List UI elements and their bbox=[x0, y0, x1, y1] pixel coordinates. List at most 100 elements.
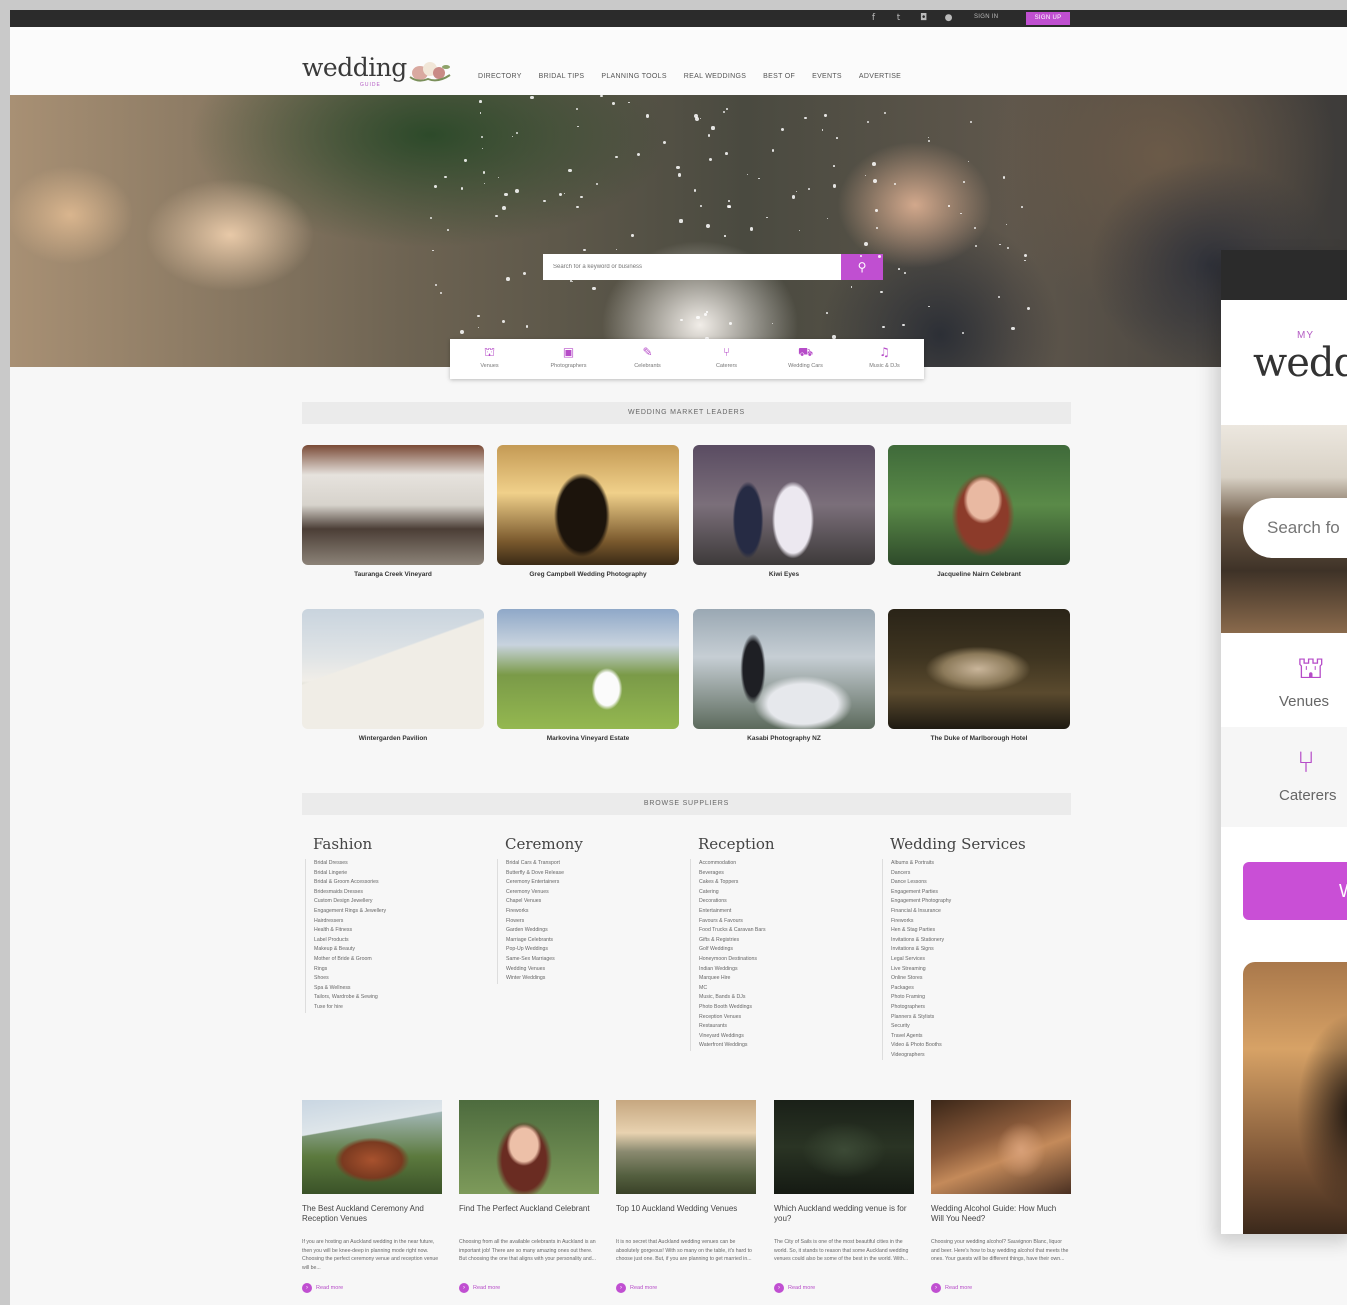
browse-link[interactable]: Gifts & Registries bbox=[699, 936, 878, 946]
browse-link[interactable]: Videographers bbox=[891, 1051, 1070, 1061]
browse-link[interactable]: Engagement Rings & Jewellery bbox=[314, 907, 493, 917]
browse-link[interactable]: Beverages bbox=[699, 869, 878, 879]
browse-link[interactable]: Bridal Lingerie bbox=[314, 869, 493, 879]
article-title[interactable]: Top 10 Auckland Wedding Venues bbox=[616, 1204, 756, 1235]
browse-link[interactable]: Engagement Photography bbox=[891, 897, 1070, 907]
read-more-link[interactable]: › Read more bbox=[616, 1283, 756, 1293]
browse-link[interactable]: Marriage Celebrants bbox=[506, 936, 685, 946]
browse-link[interactable]: Ceremony Entertainers bbox=[506, 878, 685, 888]
browse-link[interactable]: Bridal Cars & Transport bbox=[506, 859, 685, 869]
category-celebrants[interactable]: ✎ Celebrants bbox=[608, 339, 687, 379]
browse-link[interactable]: Video & Photo Booths bbox=[891, 1041, 1070, 1051]
pinterest-icon[interactable]: ● bbox=[943, 13, 954, 24]
browse-link[interactable]: Photo Booth Weddings bbox=[699, 1003, 878, 1013]
browse-link[interactable]: Albums & Portraits bbox=[891, 859, 1070, 869]
leader-tile[interactable]: Wintergarden Pavilion bbox=[302, 609, 484, 742]
browse-link[interactable]: Shoes bbox=[314, 974, 493, 984]
browse-link[interactable]: Hairdressers bbox=[314, 917, 493, 927]
browse-link[interactable]: Vineyard Weddings bbox=[699, 1032, 878, 1042]
browse-link[interactable]: Ceremony Venues bbox=[506, 888, 685, 898]
browse-link[interactable]: Photographers bbox=[891, 1003, 1070, 1013]
nav-directory[interactable]: DIRECTORY bbox=[478, 73, 522, 80]
category-photographers[interactable]: ▣ Photographers bbox=[529, 339, 608, 379]
article-card[interactable]: Find The Perfect Auckland Celebrant Choo… bbox=[459, 1100, 599, 1293]
twitter-icon[interactable]: t bbox=[893, 13, 904, 24]
browse-link[interactable]: Reception Venues bbox=[699, 1013, 878, 1023]
browse-link[interactable]: Winter Weddings bbox=[506, 974, 685, 984]
browse-link[interactable]: Spa & Wellness bbox=[314, 984, 493, 994]
article-title[interactable]: Find The Perfect Auckland Celebrant bbox=[459, 1204, 599, 1235]
category-music-djs[interactable]: ♫ Music & DJs bbox=[845, 339, 924, 379]
category-caterers[interactable]: ⑂ Caterers bbox=[687, 339, 766, 379]
browse-link[interactable]: Dance Lessons bbox=[891, 878, 1070, 888]
mobile-category-caterers[interactable]: ⑂ Caterers bbox=[1221, 727, 1347, 827]
article-title[interactable]: The Best Auckland Ceremony And Reception… bbox=[302, 1204, 442, 1235]
leader-tile[interactable]: Tauranga Creek Vineyard bbox=[302, 445, 484, 578]
browse-link[interactable]: Mother of Bride & Groom bbox=[314, 955, 493, 965]
browse-link[interactable]: Waterfront Weddings bbox=[699, 1041, 878, 1051]
browse-link[interactable]: Tuxe for hire bbox=[314, 1003, 493, 1013]
browse-link[interactable]: Entertainment bbox=[699, 907, 878, 917]
browse-link[interactable]: Engagement Parties bbox=[891, 888, 1070, 898]
browse-link[interactable]: Favours & Favours bbox=[699, 917, 878, 927]
category-venues[interactable]: ⛫ Venues bbox=[450, 339, 529, 379]
leader-tile[interactable]: Markovina Vineyard Estate bbox=[497, 609, 679, 742]
browse-link[interactable]: Butterfly & Dove Release bbox=[506, 869, 685, 879]
browse-link[interactable]: Bridal & Groom Accessories bbox=[314, 878, 493, 888]
browse-link[interactable]: MC bbox=[699, 984, 878, 994]
mobile-cta-button[interactable]: W bbox=[1243, 862, 1347, 920]
browse-link[interactable]: Travel Agents bbox=[891, 1032, 1070, 1042]
nav-events[interactable]: EVENTS bbox=[812, 73, 842, 80]
article-card[interactable]: Wedding Alcohol Guide: How Much Will You… bbox=[931, 1100, 1071, 1293]
browse-link[interactable]: Catering bbox=[699, 888, 878, 898]
browse-link[interactable]: Rings bbox=[314, 965, 493, 975]
read-more-link[interactable]: › Read more bbox=[459, 1283, 599, 1293]
leader-tile[interactable]: Kasabi Photography NZ bbox=[693, 609, 875, 742]
browse-link[interactable]: Flowers bbox=[506, 917, 685, 927]
browse-link[interactable]: Decorations bbox=[699, 897, 878, 907]
nav-planning-tools[interactable]: PLANNING TOOLS bbox=[601, 73, 666, 80]
browse-link[interactable]: Chapel Venues bbox=[506, 897, 685, 907]
leader-tile[interactable]: Jacqueline Nairn Celebrant bbox=[888, 445, 1070, 578]
browse-link[interactable]: Fireworks bbox=[506, 907, 685, 917]
article-title[interactable]: Wedding Alcohol Guide: How Much Will You… bbox=[931, 1204, 1071, 1235]
browse-link[interactable]: Bridesmaids Dresses bbox=[314, 888, 493, 898]
browse-link[interactable]: Makeup & Beauty bbox=[314, 945, 493, 955]
browse-link[interactable]: Dancers bbox=[891, 869, 1070, 879]
browse-link[interactable]: Live Streaming bbox=[891, 965, 1070, 975]
browse-link[interactable]: Garden Weddings bbox=[506, 926, 685, 936]
browse-link[interactable]: Photo Framing bbox=[891, 993, 1070, 1003]
nav-advertise[interactable]: ADVERTISE bbox=[859, 73, 901, 80]
article-title[interactable]: Which Auckland wedding venue is for you? bbox=[774, 1204, 914, 1235]
site-logo[interactable]: wedding bbox=[302, 53, 407, 82]
browse-link[interactable]: Food Trucks & Caravan Bars bbox=[699, 926, 878, 936]
browse-link[interactable]: Honeymoon Destinations bbox=[699, 955, 878, 965]
article-card[interactable]: The Best Auckland Ceremony And Reception… bbox=[302, 1100, 442, 1293]
browse-link[interactable]: Tailors, Wardrobe & Sewing bbox=[314, 993, 493, 1003]
browse-link[interactable]: Fireworks bbox=[891, 917, 1070, 927]
browse-link[interactable]: Wedding Venues bbox=[506, 965, 685, 975]
sign-up-button[interactable]: SIGN UP bbox=[1026, 12, 1070, 25]
leader-tile[interactable]: The Duke of Marlborough Hotel bbox=[888, 609, 1070, 742]
browse-link[interactable]: Same-Sex Marriages bbox=[506, 955, 685, 965]
nav-real-weddings[interactable]: REAL WEDDINGS bbox=[684, 73, 746, 80]
mobile-logo[interactable]: wedd bbox=[1253, 340, 1347, 386]
read-more-link[interactable]: › Read more bbox=[302, 1283, 442, 1293]
mobile-category-venues[interactable]: ⛫ Venues bbox=[1221, 633, 1347, 725]
browse-link[interactable]: Bridal Dresses bbox=[314, 859, 493, 869]
browse-link[interactable]: Packages bbox=[891, 984, 1070, 994]
browse-link[interactable]: Invitations & Stationery bbox=[891, 936, 1070, 946]
article-card[interactable]: Which Auckland wedding venue is for you?… bbox=[774, 1100, 914, 1293]
browse-link[interactable]: Label Products bbox=[314, 936, 493, 946]
browse-link[interactable]: Indian Weddings bbox=[699, 965, 878, 975]
browse-link[interactable]: Golf Weddings bbox=[699, 945, 878, 955]
browse-link[interactable]: Music, Bands & DJs bbox=[699, 993, 878, 1003]
instagram-icon[interactable]: ◘ bbox=[918, 13, 929, 24]
browse-link[interactable]: Marquee Hire bbox=[699, 974, 878, 984]
browse-link[interactable]: Online Stores bbox=[891, 974, 1070, 984]
browse-link[interactable]: Invitations & Signs bbox=[891, 945, 1070, 955]
browse-link[interactable]: Cakes & Toppers bbox=[699, 878, 878, 888]
nav-best-of[interactable]: BEST OF bbox=[763, 73, 795, 80]
browse-link[interactable]: Security bbox=[891, 1022, 1070, 1032]
nav-bridal-tips[interactable]: BRIDAL TIPS bbox=[539, 73, 585, 80]
